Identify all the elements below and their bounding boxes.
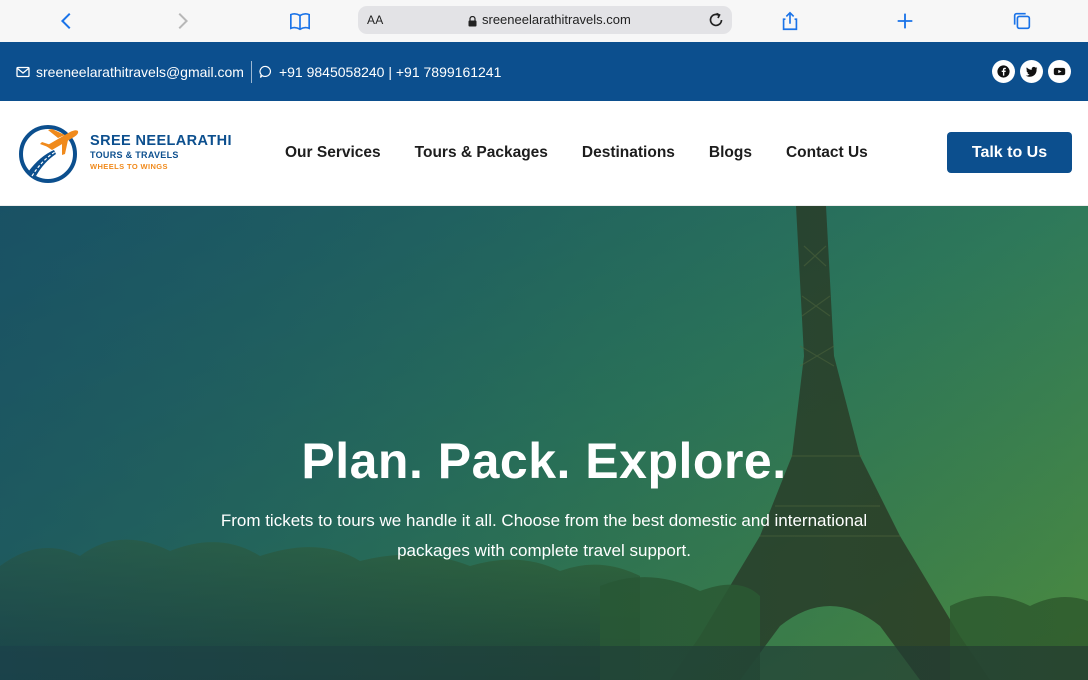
- youtube-icon[interactable]: [1048, 60, 1071, 83]
- nav-tours-packages[interactable]: Tours & Packages: [415, 144, 548, 162]
- nav-our-services[interactable]: Our Services: [285, 144, 381, 162]
- forward-icon[interactable]: [170, 9, 194, 33]
- text-size-button[interactable]: AA: [367, 13, 384, 27]
- tabs-icon[interactable]: [1010, 9, 1034, 33]
- logo-name: SREE NEELARATHI: [90, 133, 232, 149]
- new-tab-icon[interactable]: [893, 9, 917, 33]
- main-menu: Our Services Tours & Packages Destinatio…: [285, 144, 868, 162]
- nav-contact-us[interactable]: Contact Us: [786, 144, 868, 162]
- reload-icon[interactable]: [706, 10, 726, 30]
- site-logo[interactable]: SREE NEELARATHI TOURS & TRAVELS WHEELS T…: [18, 120, 232, 184]
- email-link[interactable]: sreeneelarathitravels@gmail.com: [16, 64, 244, 80]
- bookmarks-icon[interactable]: [288, 9, 312, 33]
- email-text: sreeneelarathitravels@gmail.com: [36, 63, 244, 80]
- mail-icon: [16, 66, 30, 77]
- contact-bar: sreeneelarathitravels@gmail.com +91 9845…: [0, 42, 1088, 101]
- phone-text: +91 9845058240 | +91 7899161241: [278, 63, 502, 80]
- twitter-icon[interactable]: [1020, 60, 1043, 83]
- share-icon[interactable]: [778, 9, 802, 33]
- url-text: sreeneelarathitravels.com: [482, 12, 631, 27]
- divider: [250, 60, 252, 83]
- facebook-icon[interactable]: [992, 60, 1015, 83]
- back-icon[interactable]: [55, 9, 79, 33]
- logo-tagline: WHEELS TO WINGS: [90, 162, 168, 171]
- logo-plane-icon: [19, 125, 79, 183]
- browser-toolbar: AA sreeneelarathitravels.com: [0, 0, 1088, 42]
- chat-icon: [259, 65, 271, 78]
- nav-blogs[interactable]: Blogs: [709, 144, 752, 162]
- talk-to-us-button[interactable]: Talk to Us: [947, 132, 1072, 173]
- phone-link[interactable]: +91 9845058240 | +91 7899161241: [259, 64, 501, 80]
- lock-icon: [468, 15, 477, 26]
- hero-title: Plan. Pack. Explore.: [301, 433, 787, 489]
- address-bar[interactable]: AA sreeneelarathitravels.com: [358, 6, 732, 34]
- hero-subtitle: From tickets to tours we handle it all. …: [220, 511, 868, 560]
- hero-banner: Plan. Pack. Explore. From tickets to tou…: [0, 206, 1088, 680]
- main-navbar: SREE NEELARATHI TOURS & TRAVELS WHEELS T…: [0, 101, 1088, 206]
- nav-destinations[interactable]: Destinations: [582, 144, 675, 162]
- logo-subtitle: TOURS & TRAVELS: [90, 150, 179, 160]
